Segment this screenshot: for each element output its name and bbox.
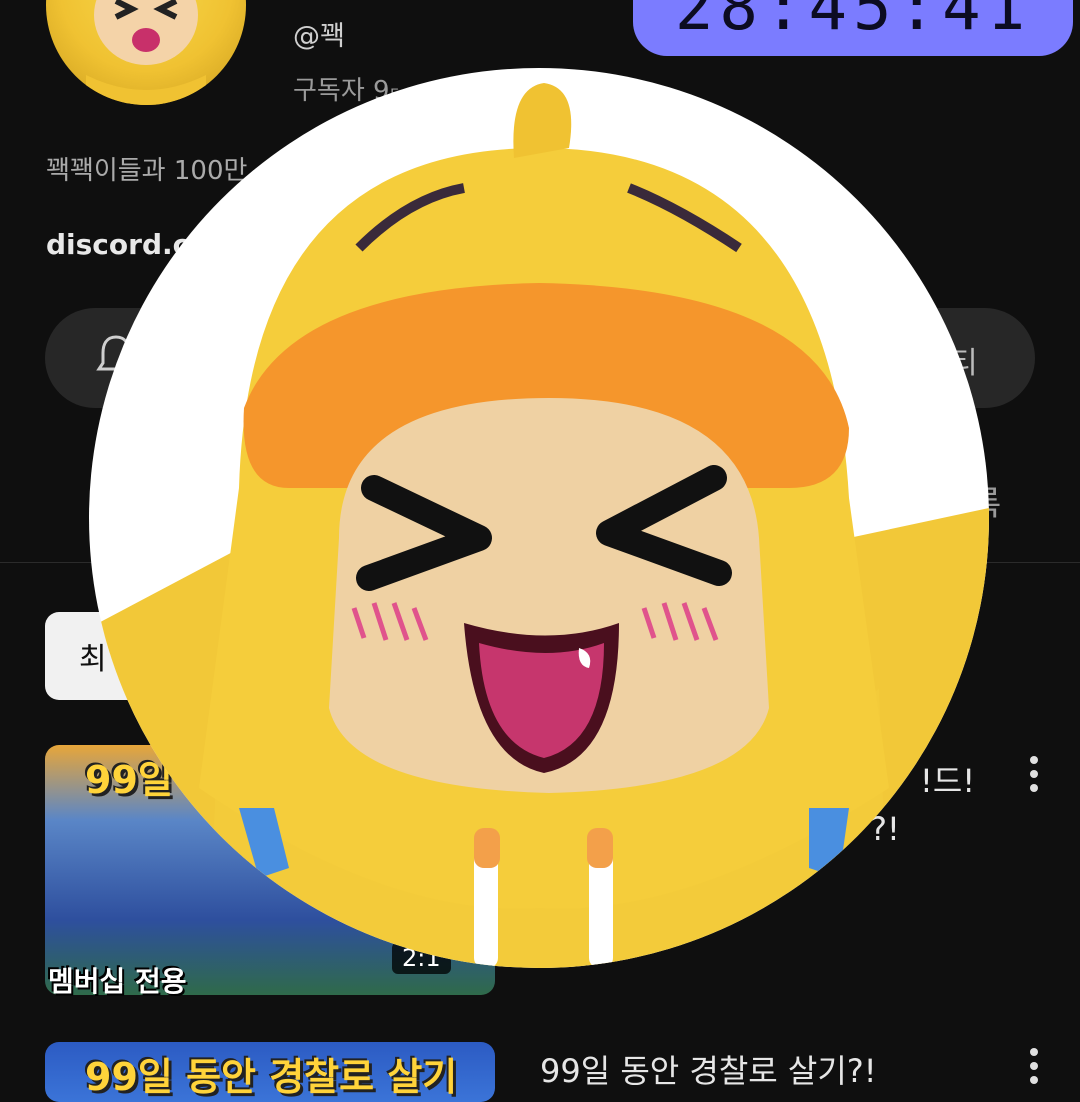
channel-avatar[interactable] [46,0,246,105]
duck-character-icon [89,83,989,968]
video-title[interactable]: !드! [920,756,975,802]
filter-chip-label: 최 [79,642,107,677]
timer-text: 28:45:41 [674,0,1032,45]
membership-badge: 멤버십 전용 [48,965,187,998]
video-title[interactable]: 99일 동안 경찰로 살기?! [540,1046,877,1092]
duck-avatar-icon [86,0,206,105]
channel-link[interactable]: discord.c [46,228,189,261]
timer-pill: 28:45:41 [633,0,1073,56]
profile-picture-preview[interactable] [89,68,989,968]
more-options-icon[interactable] [1028,1048,1040,1090]
channel-handle: @꽥 [293,21,345,52]
video-thumbnail[interactable]: 99일 동안 경찰로 살기 [45,1042,495,1102]
channel-description[interactable]: 꽥꽥이들과 100만 [46,150,247,187]
thumbnail-title-text: 99일 동안 경찰로 살기 [85,1055,458,1099]
more-options-icon[interactable] [1028,756,1040,798]
